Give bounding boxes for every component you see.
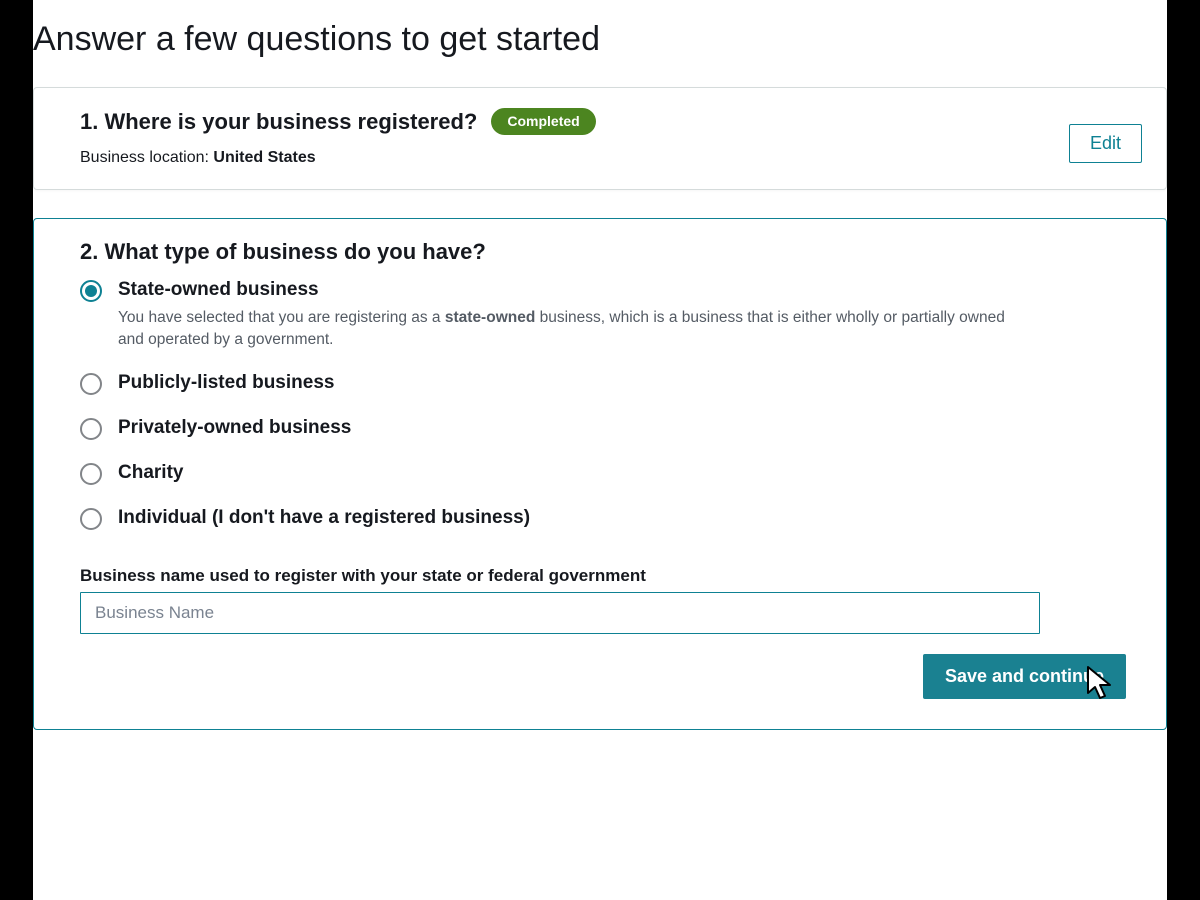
radio-option-charity[interactable]: Charity [80, 462, 1138, 485]
radio-label: Privately-owned business [118, 417, 351, 439]
question-2-title: 2. What type of business do you have? [80, 239, 1138, 265]
radio-label: Charity [118, 462, 183, 484]
radio-icon[interactable] [80, 418, 102, 440]
business-type-radio-group: State-owned business You have selected t… [80, 279, 1138, 530]
radio-icon[interactable] [80, 508, 102, 530]
business-name-input[interactable] [80, 592, 1040, 634]
question-2-card: 2. What type of business do you have? St… [33, 218, 1167, 730]
edit-button[interactable]: Edit [1069, 124, 1142, 163]
status-badge-completed: Completed [491, 108, 595, 135]
question-1-title: 1. Where is your business registered? [80, 109, 477, 135]
radio-description: You have selected that you are registeri… [118, 307, 1018, 350]
radio-icon[interactable] [80, 373, 102, 395]
question-1-card: 1. Where is your business registered? Co… [33, 87, 1167, 190]
business-name-label: Business name used to register with your… [80, 566, 1138, 586]
summary-prefix: Business location: [80, 149, 213, 166]
question-1-summary: Business location: United States [80, 149, 1138, 167]
radio-icon[interactable] [80, 463, 102, 485]
radio-label: Publicly-listed business [118, 372, 334, 394]
radio-label: Individual (I don't have a registered bu… [118, 507, 530, 529]
summary-value: United States [213, 149, 315, 166]
radio-option-state-owned[interactable]: State-owned business You have selected t… [80, 279, 1138, 350]
radio-icon[interactable] [80, 280, 102, 302]
radio-label: State-owned business [118, 279, 1018, 301]
radio-option-individual[interactable]: Individual (I don't have a registered bu… [80, 507, 1138, 530]
page-title: Answer a few questions to get started [33, 20, 1167, 59]
radio-option-publicly-listed[interactable]: Publicly-listed business [80, 372, 1138, 395]
save-and-continue-button[interactable]: Save and continue [923, 654, 1126, 699]
radio-option-privately-owned[interactable]: Privately-owned business [80, 417, 1138, 440]
